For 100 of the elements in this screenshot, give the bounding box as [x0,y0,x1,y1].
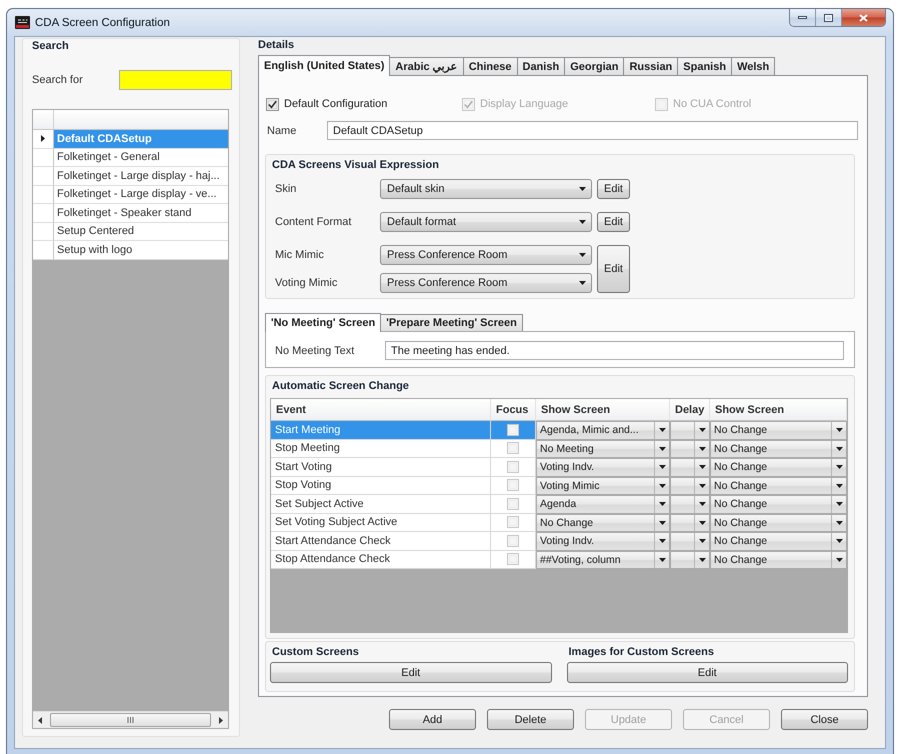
table-cell[interactable]: Set Subject Active [271,495,491,514]
dropdown-field[interactable] [670,495,710,514]
tab[interactable]: Welsh [731,57,776,75]
dropdown-field[interactable]: No Meeting [536,440,670,458]
table-cell[interactable]: Stop Attendance Check [271,550,491,569]
dropdown-field[interactable] [670,440,710,458]
edit-button[interactable]: Edit [566,662,848,683]
tab[interactable]: Georgian [564,57,624,75]
tab[interactable]: Chinese [462,57,518,75]
dropdown-field[interactable]: No Change [710,440,847,458]
table-cell[interactable]: Folketinget - Speaker stand [54,204,228,222]
tab[interactable]: Danish [516,57,566,75]
tab[interactable]: Spanish [677,57,732,75]
checkbox[interactable] [507,553,519,566]
table-cell[interactable]: Stop Meeting [271,440,491,458]
dropdown-field[interactable] [670,421,710,440]
app-icon [15,16,30,29]
dropdown-field[interactable] [670,532,710,550]
caret-icon [658,539,666,544]
scrollbar-thumb[interactable] [50,713,211,727]
dropdown-field[interactable]: Agenda [536,495,670,514]
dialog-button[interactable]: Delete [487,709,574,730]
dropdown-field[interactable]: No Change [710,476,847,495]
caret-icon [658,502,666,506]
checkbox[interactable] [507,479,519,492]
row-header[interactable] [33,130,54,148]
table-cell[interactable]: Folketinget - Large display - haj... [54,167,228,186]
caret-icon [836,484,842,488]
table-cell[interactable]: Folketinget - General [54,148,228,167]
caret-icon [579,187,586,191]
tab[interactable]: Arabic عربي [389,57,464,75]
dropdown-field[interactable]: Agenda, Mimic and... [536,421,670,440]
right-arrow-icon[interactable] [219,716,223,724]
window-title: CDA Screen Configuration [35,16,170,28]
section-heading: Details [258,38,296,52]
dropdown-field[interactable]: Voting Indv. [536,532,670,550]
dropdown-field[interactable]: No Change [710,458,847,476]
tab[interactable]: 'No Meeting' Screen [265,313,382,332]
field-label: Skin [275,183,298,195]
dropdown-field[interactable] [670,550,710,569]
dropdown-field[interactable]: Press Conference Room [380,245,592,265]
caret-icon [579,253,586,257]
caret-icon [836,446,842,451]
caret-icon [658,446,666,451]
dropdown-field[interactable] [670,458,710,476]
field-label: Content Format [275,216,352,228]
search-field[interactable] [119,70,232,90]
dropdown-field[interactable]: No Change [710,421,847,440]
dropdown-field[interactable]: ##Voting, column [536,550,670,569]
checkbox[interactable] [507,498,519,510]
checkbox[interactable] [507,424,519,436]
caret-icon [579,220,586,224]
table-cell[interactable]: Setup with logo [54,241,228,260]
dropdown-field[interactable]: Voting Mimic [536,476,670,495]
checkbox-label[interactable]: Default Configuration [284,98,388,110]
table-cell[interactable]: Set Voting Subject Active [271,514,491,532]
dropdown-field[interactable]: Default skin [380,179,592,199]
table-cell[interactable]: Stop Voting [271,476,491,495]
dropdown-field[interactable]: No Change [710,495,847,514]
table-cell[interactable]: Start Attendance Check [271,532,491,550]
text-field[interactable]: The meeting has ended. [385,341,844,360]
edit-button[interactable]: Edit [597,245,630,293]
dropdown-field[interactable]: No Change [710,514,847,532]
dropdown-field[interactable]: No Change [710,550,847,569]
dropdown-field[interactable]: No Change [536,514,670,532]
edit-button[interactable]: Edit [597,179,630,199]
dropdown-field[interactable] [670,514,710,532]
table-cell[interactable]: Folketinget - Large display - ve... [54,186,228,204]
dropdown-field[interactable]: Voting Indv. [536,458,670,476]
field-label: Search for [32,74,84,86]
tab[interactable]: Russian [623,57,678,75]
tab[interactable]: English (United States) [258,55,390,76]
checkbox[interactable] [507,534,519,547]
left-arrow-icon[interactable] [38,716,42,724]
caret-icon [836,465,842,470]
checkbox[interactable] [507,516,519,528]
close-button[interactable] [842,9,885,26]
dropdown-field[interactable]: Default format [380,212,592,232]
maximize-button[interactable] [816,9,842,26]
checkbox[interactable] [266,98,279,110]
group-heading: CDA Screens Visual Expression [272,159,440,172]
checkbox[interactable] [507,460,519,473]
caret-icon [698,446,706,451]
edit-button[interactable]: Edit [597,212,630,232]
dialog-button[interactable]: Add [389,709,476,730]
table-cell[interactable]: Setup Centered [54,222,228,241]
caret-icon [698,539,706,544]
caret-icon [836,428,842,432]
group-heading: Images for Custom Screens [568,646,715,659]
dropdown-field[interactable] [670,476,710,495]
checkbox[interactable] [507,442,519,454]
dialog-button[interactable]: Close [781,709,868,730]
edit-button[interactable]: Edit [270,662,552,683]
dropdown-field[interactable]: Press Conference Room [380,273,592,293]
tab[interactable]: 'Prepare Meeting' Screen [380,314,523,331]
minimize-button[interactable] [790,9,816,26]
dropdown-field[interactable]: No Change [710,532,847,550]
column-header: Show Screen [710,399,847,421]
table-cell[interactable]: Start Voting [271,458,491,476]
name-field[interactable]: Default CDASetup [327,121,858,140]
